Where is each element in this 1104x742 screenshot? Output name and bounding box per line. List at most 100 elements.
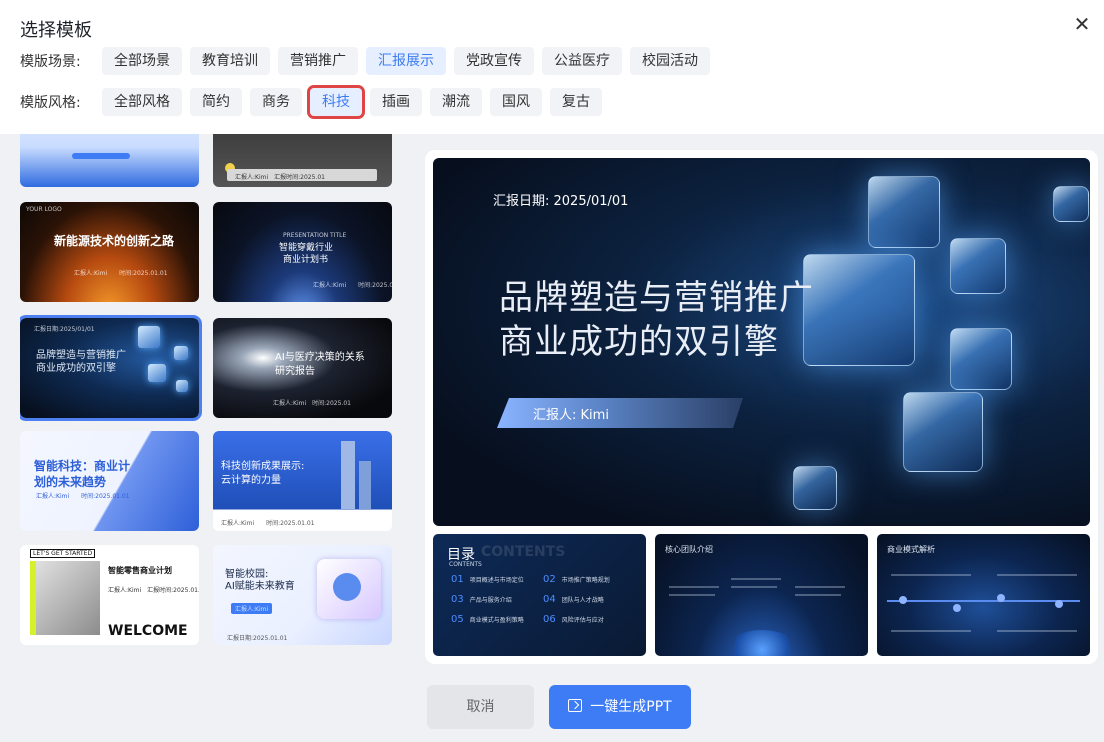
toc-item: 02 市场推广策略规划 — [543, 574, 610, 585]
card-photo — [30, 561, 100, 635]
template-card-wearable[interactable]: PRESENTATION TITLE 智能穿戴行业 商业计划书 汇报人:Kimi… — [213, 202, 392, 302]
cube-shape — [174, 346, 188, 360]
card-button-shape — [72, 153, 130, 159]
chip-style-retro[interactable]: 复古 — [550, 88, 602, 116]
text-line — [669, 594, 715, 596]
card-corner-text: 汇报日期:2025/01/01 — [34, 326, 95, 333]
glow-sphere — [725, 630, 799, 656]
template-card-smart-campus[interactable]: 智能校园: AI赋能未来教育 汇报人:Kimi 汇报日期:2025.01.01 — [213, 545, 392, 645]
card-title-line2: 云计算的力量 — [221, 475, 281, 486]
cube-shape — [803, 254, 915, 366]
toc-item: 03 产品与服务介绍 — [451, 594, 512, 605]
chip-style-business[interactable]: 商务 — [250, 88, 302, 116]
building-shape — [359, 461, 371, 509]
card-meta: 汇报人:Kimi — [231, 603, 273, 614]
toc-item: 05 商业模式与盈利策略 — [451, 614, 524, 625]
slide-date: 汇报日期: 2025/01/01 — [493, 194, 629, 209]
preview-panel: 汇报日期: 2025/01/01 品牌塑造与营销推广 商业成功的双引擎 汇报人:… — [425, 150, 1098, 664]
subslide-team: 核心团队介绍 — [655, 534, 868, 656]
chip-scene-education[interactable]: 教育培训 — [190, 47, 270, 75]
close-icon[interactable]: ✕ — [1070, 12, 1094, 36]
scene-filter-label: 模版场景: — [20, 54, 81, 70]
chip-scene-report[interactable]: 汇报展示 — [366, 47, 446, 75]
cube-shape — [950, 328, 1012, 390]
card-meta: 汇报人:Kimi 汇报时间:2025.01 — [235, 174, 325, 181]
generate-ppt-label: 一键生成PPT — [590, 699, 672, 715]
chip-style-trend[interactable]: 潮流 — [430, 88, 482, 116]
card-title-line2: 研究报告 — [275, 366, 315, 377]
card-title: AI与医疗决策的关系 — [275, 352, 365, 363]
timeline-node — [899, 596, 907, 604]
cube-shape — [138, 326, 160, 348]
slide-title-line1: 品牌塑造与营销推广 — [499, 278, 814, 318]
presentation-icon — [568, 699, 583, 712]
card-corner-text: PRESENTATION TITLE — [283, 232, 347, 239]
card-title-line2: AI赋能未来教育 — [225, 581, 295, 592]
dialog-title: 选择模板 — [20, 20, 92, 41]
business-slide-title: 商业模式解析 — [887, 545, 935, 554]
toc-ghost-text: CONTENTS — [481, 544, 566, 560]
chip-style-tech[interactable]: 科技 — [307, 85, 365, 119]
card-corner-text: YOUR LOGO — [26, 206, 62, 213]
avatar-figure — [333, 573, 361, 601]
toc-item: 04 团队与人才战略 — [543, 594, 604, 605]
text-line — [891, 574, 971, 576]
cube-shape — [176, 380, 188, 392]
cancel-button[interactable]: 取消 — [427, 685, 534, 729]
toc-item: 01 项目概述与市场定位 — [451, 574, 524, 585]
card-title: 新能源技术的创新之路 — [54, 234, 175, 248]
text-line — [997, 574, 1077, 576]
timeline-node — [1055, 600, 1063, 608]
cube-shape — [1053, 186, 1089, 222]
style-filter-row: 模版风格: 全部风格 简约 商务 科技 插画 潮流 国风 复古 — [20, 85, 602, 119]
card-meta: 汇报人:Kimi 时间:2025.01.01 — [74, 270, 168, 277]
chip-scene-party[interactable]: 党政宣传 — [454, 47, 534, 75]
team-slide-title: 核心团队介绍 — [665, 545, 713, 554]
style-filter-label: 模版风格: — [20, 95, 81, 111]
template-card-partial-left[interactable] — [20, 134, 199, 187]
template-card-ai-medical[interactable]: AI与医疗决策的关系 研究报告 汇报人:Kimi 时间:2025.01 — [213, 318, 392, 418]
text-line — [731, 578, 781, 580]
chip-scene-medical[interactable]: 公益医疗 — [542, 47, 622, 75]
text-line — [795, 594, 841, 596]
cube-shape — [950, 238, 1006, 294]
generate-ppt-button[interactable]: 一键生成PPT — [549, 685, 691, 729]
text-line — [731, 586, 777, 588]
cube-shape — [148, 364, 166, 382]
text-line — [669, 586, 719, 588]
card-corner-text: LET'S GET STARTED — [30, 549, 96, 558]
text-line — [795, 586, 845, 588]
slide-title-line2: 商业成功的双引擎 — [499, 322, 779, 362]
template-card-partial-right[interactable]: 汇报人:Kimi 汇报时间:2025.01 — [213, 134, 392, 187]
card-footer-text: 汇报日期:2025.01.01 — [227, 635, 288, 642]
template-card-smart-tech[interactable]: 智能科技：商业计 划的未来趋势 汇报人:Kimi 时间:2025.01.01 — [20, 431, 199, 531]
subslide-business: 商业模式解析 — [877, 534, 1090, 656]
card-meta: 汇报人:Kimi 汇报时间:2025.01.01 — [108, 587, 199, 594]
chip-style-all[interactable]: 全部风格 — [102, 88, 182, 116]
card-meta: 汇报人:Kimi 时间:2025.01 — [313, 282, 392, 289]
chip-scene-marketing[interactable]: 营销推广 — [278, 47, 358, 75]
timeline-node — [997, 594, 1005, 602]
template-card-smart-retail[interactable]: LET'S GET STARTED 智能零售商业计划 汇报人:Kimi 汇报时间… — [20, 545, 199, 645]
card-title-line2: 商业计划书 — [283, 255, 329, 265]
timeline-line — [887, 600, 1080, 602]
chip-scene-campus[interactable]: 校园活动 — [630, 47, 710, 75]
chip-scene-all[interactable]: 全部场景 — [102, 47, 182, 75]
card-footer-text: WELCOME — [108, 623, 188, 639]
card-title: 科技创新成果展示: — [221, 461, 305, 472]
accent-bar — [30, 561, 36, 635]
chip-style-chinese[interactable]: 国风 — [490, 88, 542, 116]
cube-shape — [868, 176, 940, 248]
card-title: 智能科技：商业计 — [34, 459, 131, 473]
template-card-new-energy[interactable]: YOUR LOGO 新能源技术的创新之路 汇报人:Kimi 时间:2025.01… — [20, 202, 199, 302]
template-card-cloud[interactable]: 科技创新成果展示: 云计算的力量 汇报人:Kimi 时间:2025.01.01 — [213, 431, 392, 531]
template-card-brand-marketing[interactable]: 汇报日期:2025/01/01 品牌塑造与营销推广 商业成功的双引擎 — [20, 315, 202, 421]
card-meta: 汇报人:Kimi 时间:2025.01.01 — [36, 493, 130, 500]
text-line — [891, 630, 971, 632]
subslide-contents: CONTENTS 目录 CONTENTS 01 项目概述与市场定位 02 市场推广策… — [433, 534, 646, 656]
chip-style-illustration[interactable]: 插画 — [370, 88, 422, 116]
main-slide-preview: 汇报日期: 2025/01/01 品牌塑造与营销推广 商业成功的双引擎 汇报人:… — [433, 158, 1090, 526]
chip-style-simple[interactable]: 简约 — [190, 88, 242, 116]
template-grid: 汇报人:Kimi 汇报时间:2025.01 YOUR LOGO 新能源技术的创新… — [20, 134, 393, 674]
toc-item: 06 风险评估与应对 — [543, 614, 604, 625]
